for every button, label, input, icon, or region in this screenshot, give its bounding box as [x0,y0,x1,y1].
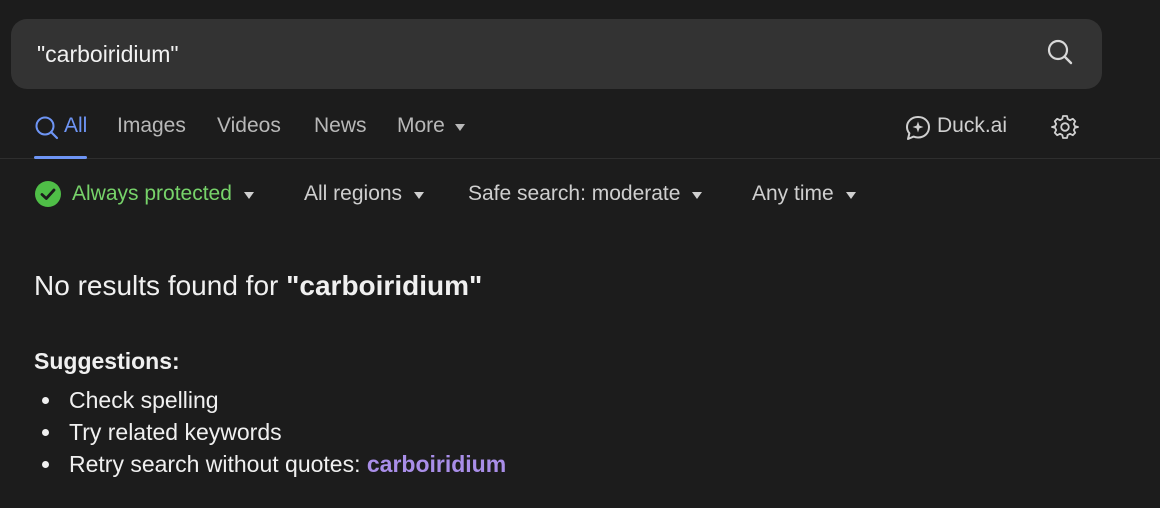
duckai-label: Duck.ai [937,114,1008,137]
search-button[interactable] [1030,24,1090,84]
time-label: Any time [752,182,834,205]
tab-news[interactable]: News [314,104,367,158]
safe-search-label: Safe search: moderate [468,182,681,205]
suggestions-list: Check spelling Try related keywords Retr… [34,384,506,480]
no-results-message: No results found for "carboiridium" [34,270,482,302]
chat-sparkle-icon [904,114,932,142]
no-results-query: "carboiridium" [286,270,483,301]
gear-icon [1051,113,1079,146]
chevron-down-icon [414,191,425,199]
search-input[interactable] [11,18,1030,90]
search-icon [1046,38,1074,71]
search-icon [34,115,60,141]
protection-label: Always protected [72,182,232,205]
tab-all[interactable]: All [34,104,88,159]
safe-search-filter[interactable]: Safe search: moderate [468,176,703,212]
filter-bar: Always protected All regions Safe search… [0,176,1160,212]
tab-more[interactable]: More [397,104,465,158]
suggestions-title: Suggestions: [34,348,180,374]
tab-images-label: Images [117,114,186,137]
region-filter[interactable]: All regions [304,176,425,212]
tab-all-label: All [64,114,88,137]
protection-filter[interactable]: Always protected [34,176,254,212]
suggestion-text: Retry search without quotes: [69,451,367,477]
tab-more-label: More [397,114,445,137]
retry-without-quotes-link[interactable]: carboiridium [367,451,506,477]
check-circle-icon [34,180,62,208]
tab-videos[interactable]: Videos [217,104,281,158]
region-label: All regions [304,182,403,205]
chevron-down-icon [454,124,465,131]
chevron-down-icon [692,191,703,199]
time-filter[interactable]: Any time [752,176,856,212]
search-results-page: All Images Videos News More Duck.ai [0,0,1160,508]
tab-images[interactable]: Images [117,104,186,158]
suggestion-text: Try related keywords [69,419,282,445]
search-bar [11,18,1102,90]
suggestion-text: Check spelling [69,387,219,413]
no-results-prefix: No results found for [34,270,287,301]
list-item: Try related keywords [34,416,506,448]
tab-videos-label: Videos [217,114,281,137]
chevron-down-icon [845,191,856,199]
search-type-tabs: All Images Videos News More Duck.ai [0,104,1160,159]
chevron-down-icon [243,191,254,199]
settings-button[interactable] [1050,114,1080,144]
list-item: Check spelling [34,384,506,416]
tab-news-label: News [314,114,367,137]
duckai-button[interactable]: Duck.ai [904,104,1007,158]
list-item: Retry search without quotes: carboiridiu… [34,448,506,480]
